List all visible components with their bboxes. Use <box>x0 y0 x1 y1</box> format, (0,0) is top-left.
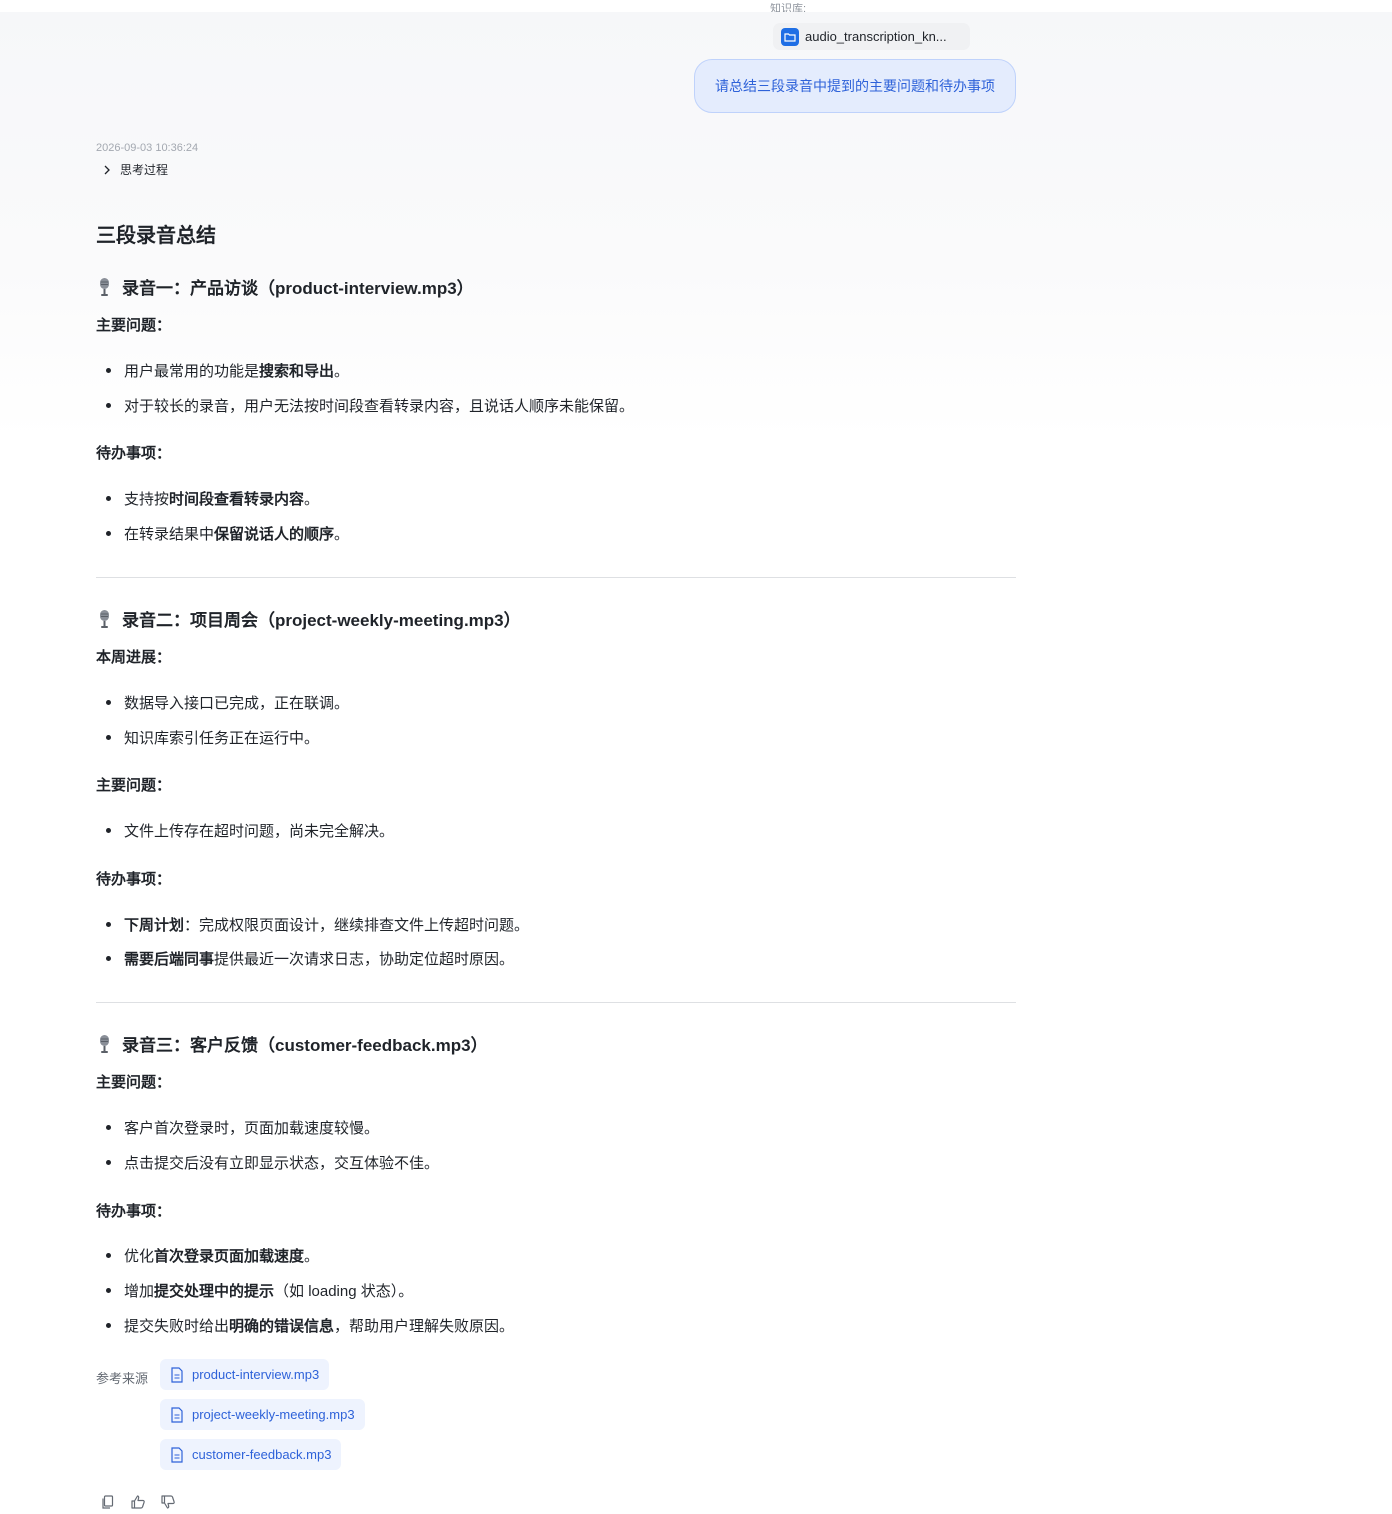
s2-problems-label: 主要问题： <box>96 777 172 794</box>
kb-file-name: audio_transcription_kn... <box>805 29 947 44</box>
s3-problems-label: 主要问题： <box>96 1074 172 1091</box>
section-heading-2: 录音二：项目周会（project-weekly-meeting.mp3） <box>96 606 521 631</box>
user-message-bubble: 请总结三段录音中提到的主要问题和待办事项 <box>694 59 1016 113</box>
reply-timestamp: 2026-09-03 10:36:24 <box>96 142 199 154</box>
section-heading-1: 录音一：产品访谈（product-interview.mp3） <box>96 274 474 299</box>
s1-todo-label: 待办事项： <box>96 445 172 462</box>
reference-chip-1[interactable]: product-interview.mp3 <box>160 1359 330 1390</box>
thumbs-up-icon[interactable] <box>130 1494 146 1510</box>
section-heading-3: 录音三：客户反馈（customer-feedback.mp3） <box>96 1031 488 1056</box>
microphone-icon <box>100 1034 109 1053</box>
kb-file-chip[interactable]: audio_transcription_kn... <box>773 23 970 50</box>
section-heading-3-text: 录音三：客户反馈（customer-feedback.mp3） <box>122 1036 488 1055</box>
list-item: 用户最常用的功能是搜索和导出。 <box>105 360 349 381</box>
divider <box>96 577 1016 578</box>
document-icon <box>171 1366 183 1383</box>
s3-todo-label: 待办事项： <box>96 1203 172 1220</box>
list-item: 知识库索引任务正在运行中。 <box>105 727 319 748</box>
list-item: 客户首次登录时，页面加载速度较慢。 <box>105 1117 379 1138</box>
reference-chip-2[interactable]: project-weekly-meeting.mp3 <box>160 1399 365 1430</box>
folder-icon <box>781 27 799 46</box>
microphone-icon <box>100 277 109 296</box>
list-item: 对于较长的录音，用户无法按时间段查看转录内容，且说话人顺序未能保留。 <box>105 395 634 416</box>
thinking-label: 思考过程 <box>120 163 169 177</box>
kb-caption: 知识库: <box>770 3 807 12</box>
list-item: 在转录结果中保留说话人的顺序。 <box>105 523 349 544</box>
list-item: 点击提交后没有立即显示状态，交互体验不佳。 <box>105 1152 439 1173</box>
copy-icon[interactable] <box>100 1494 116 1510</box>
microphone-icon <box>100 609 109 628</box>
list-item: 支持按时间段查看转录内容。 <box>105 488 319 509</box>
s1-problems-label: 主要问题： <box>96 317 172 334</box>
list-item: 提交失败时给出明确的错误信息，帮助用户理解失败原因。 <box>105 1315 514 1336</box>
list-item: 优化首次登录页面加载速度。 <box>105 1245 319 1266</box>
list-item: 增加提交处理中的提示（如 loading 状态）。 <box>105 1280 413 1301</box>
references-label: 参考来源 <box>96 1371 149 1386</box>
top-strip <box>0 0 1392 12</box>
list-item: 需要后端同事提供最近一次请求日志，协助定位超时原因。 <box>105 948 514 969</box>
document-icon <box>171 1406 183 1423</box>
divider <box>96 1002 1016 1003</box>
list-item: 文件上传存在超时问题，尚未完全解决。 <box>105 820 394 841</box>
list-item: 数据导入接口已完成，正在联调。 <box>105 692 349 713</box>
section-heading-2-text: 录音二：项目周会（project-weekly-meeting.mp3） <box>122 611 521 630</box>
list-item: 下周计划：完成权限页面设计，继续排查文件上传超时问题。 <box>105 914 529 935</box>
thumbs-down-icon[interactable] <box>160 1494 176 1510</box>
document-icon <box>171 1446 183 1463</box>
thinking-process-toggle[interactable]: 思考过程 <box>100 161 168 178</box>
chevron-right-icon <box>104 165 110 174</box>
s2-todo-label: 待办事项： <box>96 871 172 888</box>
s2-progress-label: 本周进展： <box>96 649 172 666</box>
section-heading-1-text: 录音一：产品访谈（product-interview.mp3） <box>122 279 474 298</box>
reply-title: 三段录音总结 <box>96 225 216 247</box>
message-actions <box>100 1494 190 1510</box>
reference-chip-3[interactable]: customer-feedback.mp3 <box>160 1439 342 1470</box>
